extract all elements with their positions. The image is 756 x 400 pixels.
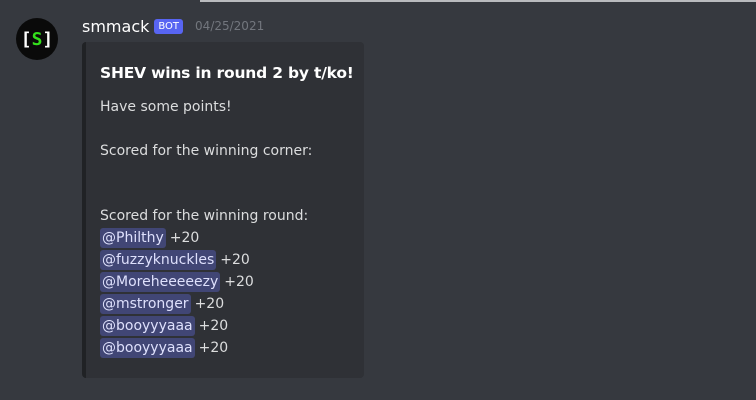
message-header: smmack BOT 04/25/2021: [82, 15, 264, 37]
avatar-left-bracket: [: [20, 28, 32, 50]
points-value: +20: [194, 296, 225, 312]
score-row: @booyyyaaa +20: [100, 316, 228, 336]
username[interactable]: smmack: [82, 17, 149, 36]
user-mention[interactable]: @mstronger: [100, 294, 191, 314]
user-mention[interactable]: @fuzzyknuckles: [100, 250, 217, 270]
user-mention[interactable]: @booyyyaaa: [100, 338, 195, 358]
embed-title: SHEV wins in round 2 by t/ko!: [100, 64, 354, 82]
embed-description: Have some points!: [100, 99, 232, 115]
avatar[interactable]: [S]: [16, 18, 58, 60]
score-row: @booyyyaaa +20: [100, 338, 228, 358]
bot-tag: BOT: [154, 18, 184, 34]
top-divider: [200, 0, 756, 2]
avatar-letter: S: [31, 28, 43, 50]
score-row: @mstronger +20: [100, 294, 224, 314]
points-value: +20: [220, 252, 250, 268]
score-row: @Moreheeeeezy +20: [100, 272, 254, 292]
round-heading: Scored for the winning round:: [100, 208, 309, 224]
points-value: +20: [224, 274, 254, 290]
points-value: +20: [169, 230, 200, 246]
avatar-right-bracket: ]: [42, 28, 54, 50]
user-mention[interactable]: @Moreheeeeezy: [100, 272, 221, 292]
embed: SHEV wins in round 2 by t/ko! Have some …: [82, 42, 364, 378]
points-value: +20: [198, 318, 229, 334]
timestamp[interactable]: 04/25/2021: [195, 19, 264, 33]
user-mention[interactable]: @Philthy: [100, 228, 166, 248]
score-row: @Philthy +20: [100, 228, 199, 248]
points-value: +20: [198, 340, 229, 356]
corner-heading: Scored for the winning corner:: [100, 143, 313, 159]
user-mention[interactable]: @booyyyaaa: [100, 316, 195, 336]
score-row: @fuzzyknuckles +20: [100, 250, 250, 270]
